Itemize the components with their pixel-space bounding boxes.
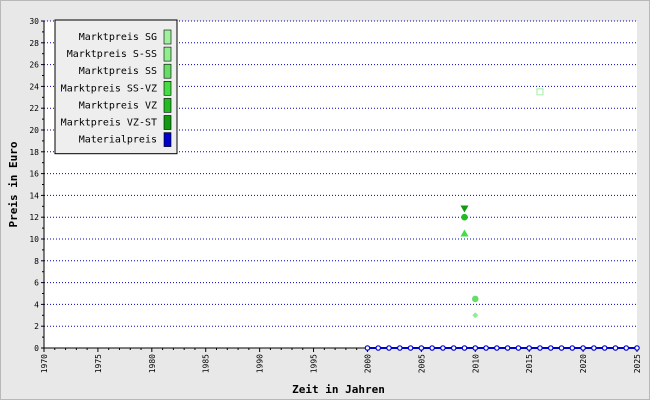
legend-swatch [163, 63, 172, 79]
data-point-series-6 [494, 345, 500, 351]
legend-label: Marktpreis VZ [79, 100, 157, 111]
y-tick-label: 24 [29, 82, 39, 91]
y-tick-label: 26 [29, 61, 39, 70]
x-tick-label: 1995 [310, 354, 319, 373]
data-point-series-6 [515, 345, 522, 351]
data-point-series-4 [461, 213, 468, 221]
x-tick-label: 2020 [579, 354, 588, 373]
y-tick-label: 2 [34, 322, 39, 331]
y-tick-label: 6 [34, 279, 39, 288]
data-point-series-6 [407, 345, 414, 351]
data-point-series-6 [623, 345, 630, 351]
data-point-series-6 [569, 345, 576, 351]
data-point-series-6 [418, 345, 425, 351]
data-point-series-6 [386, 345, 392, 351]
legend-swatch [163, 81, 172, 96]
y-tick-label: 12 [29, 213, 39, 222]
x-tick-label: 2005 [417, 354, 426, 373]
y-tick-label: 8 [34, 257, 39, 266]
data-point-series-6 [537, 345, 543, 351]
legend-swatch [163, 46, 172, 62]
data-point-series-6 [461, 345, 468, 351]
legend-swatch [163, 115, 172, 130]
y-tick-label: 14 [29, 191, 39, 200]
y-tick-label: 10 [29, 235, 39, 244]
data-point-series-6 [591, 345, 597, 351]
data-point-series-6 [612, 345, 619, 351]
data-point-series-6 [547, 345, 554, 351]
legend-swatch [163, 29, 172, 45]
data-point-series-2 [471, 295, 479, 303]
data-point-series-6 [634, 345, 640, 351]
legend-label: Materialpreis [79, 135, 157, 146]
x-tick-label: 2010 [471, 354, 480, 373]
legend-label: Marktpreis SS-VZ [61, 83, 157, 94]
legend-label: Marktpreis SG [79, 32, 157, 43]
legend-swatch [163, 132, 172, 147]
y-axis-title: Preis in Euro [7, 141, 20, 227]
legend-label: Marktpreis SS [79, 66, 157, 77]
y-tick-label: 30 [29, 17, 39, 26]
data-point-series-6 [375, 345, 382, 351]
x-tick-label: 1970 [40, 354, 49, 373]
data-point-series-6 [450, 345, 457, 351]
data-point-series-6 [601, 345, 608, 351]
y-tick-label: 0 [34, 344, 39, 353]
x-tick-label: 2015 [525, 354, 534, 373]
data-point-series-0 [536, 88, 544, 96]
data-point-series-6 [396, 345, 403, 351]
legend-label: Marktpreis S-SS [67, 49, 157, 60]
data-point-series-6 [429, 345, 435, 351]
x-tick-label: 2000 [363, 354, 372, 373]
x-tick-label: 1990 [256, 354, 265, 373]
data-point-series-6 [504, 345, 511, 351]
chart-frame: 0 2 4 6 8 10 12 14 16 18 20 22 24 26 28 30 1970 1975 1980 1… [0, 0, 650, 400]
y-tick-label: 22 [29, 104, 39, 113]
y-tick-label: 18 [29, 148, 39, 157]
data-point-series-6 [440, 345, 446, 351]
x-axis-title: Zeit in Jahren [292, 383, 385, 396]
y-tick-label: 20 [29, 126, 39, 135]
x-tick-label: 1975 [94, 354, 103, 373]
data-point-series-6 [472, 345, 479, 351]
x-tick-label: 2025 [633, 354, 642, 373]
data-point-series-6 [558, 345, 565, 351]
data-point-series-6 [580, 345, 586, 351]
y-tick-label: 4 [34, 300, 39, 309]
legend-swatch [163, 98, 172, 113]
legend-label: Marktpreis VZ-ST [61, 118, 157, 129]
y-tick-label: 28 [29, 39, 39, 48]
x-tick-label: 1980 [148, 354, 157, 373]
data-point-series-6 [364, 345, 371, 351]
price-chart: 0246810121416182022242628301970 1975 1980 1… [7, 17, 642, 396]
x-tick-label: 1985 [202, 354, 211, 373]
data-point-series-6 [526, 345, 532, 351]
y-tick-label: 16 [29, 170, 39, 179]
data-point-series-6 [483, 345, 489, 351]
